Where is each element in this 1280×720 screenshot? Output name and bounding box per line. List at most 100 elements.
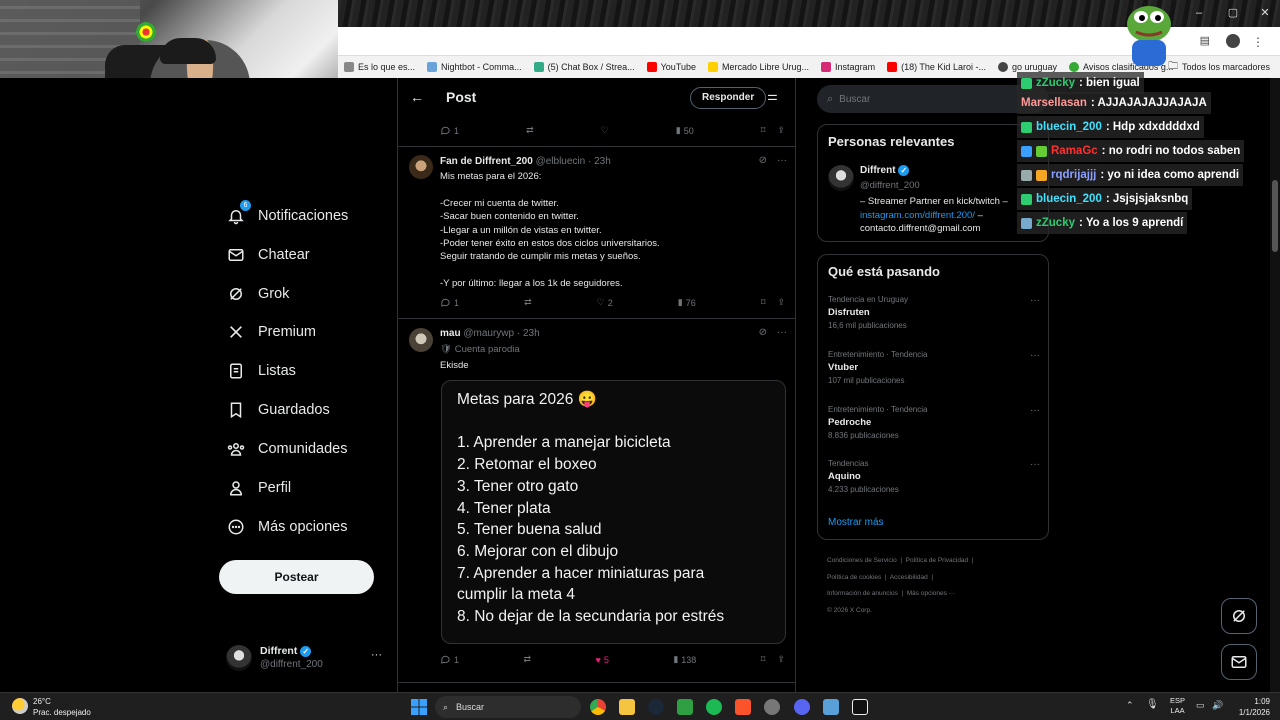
footer-link[interactable]: Condiciones de Servicio bbox=[827, 557, 897, 564]
nav-premium[interactable]: Premium bbox=[226, 317, 316, 347]
trend-item[interactable]: Entretenimiento · Tendencia Pedroche 8.836… bbox=[828, 405, 1040, 440]
bookmark-item[interactable]: Mercado Libre Urug... bbox=[702, 62, 815, 72]
views-action[interactable]: ▮ 138 bbox=[673, 654, 696, 665]
tweet-time[interactable]: · 23h bbox=[588, 156, 611, 167]
views-action[interactable]: ▮ 50 bbox=[676, 125, 694, 136]
repost-action[interactable]: ⇄ bbox=[524, 297, 532, 308]
scrollbar-thumb[interactable] bbox=[1272, 180, 1278, 252]
back-arrow-icon[interactable]: ← bbox=[410, 89, 424, 105]
nav-lists[interactable]: Listas bbox=[226, 356, 296, 386]
clock-time[interactable]: 1:09 bbox=[1230, 696, 1270, 707]
extensions-icon[interactable]: ▤ bbox=[1200, 34, 1210, 47]
bookmark-item[interactable]: Es lo que es... bbox=[338, 62, 421, 72]
account-switcher[interactable]: Diffrent ✓ @diffrent_200 ··· bbox=[226, 640, 386, 676]
obs-icon[interactable] bbox=[764, 699, 780, 715]
bookmark-action[interactable]: ⌑ bbox=[761, 125, 766, 136]
minimize-button[interactable]: – bbox=[1192, 6, 1206, 20]
tweet[interactable]: Fan de Diffrent_200 @elbluecin · 23h ⊘ ··… bbox=[398, 146, 795, 318]
footer-link[interactable]: Política de cookies bbox=[827, 574, 881, 581]
taskbar-search[interactable]: ⌕ Buscar bbox=[435, 696, 581, 718]
close-window-button[interactable]: ✕ bbox=[1258, 6, 1272, 20]
post-button[interactable]: Postear bbox=[219, 560, 374, 594]
share-action[interactable]: ⇪ bbox=[777, 125, 785, 136]
search-input[interactable]: ⌕ Buscar bbox=[817, 85, 1049, 113]
trend-item[interactable]: Tendencias Aquino 4.233 publicaciones ··· bbox=[828, 459, 1040, 494]
more-icon[interactable]: ··· bbox=[1030, 459, 1040, 470]
weather-icon[interactable] bbox=[12, 698, 28, 714]
chrome-icon[interactable] bbox=[590, 699, 606, 715]
maximize-button[interactable]: ▢ bbox=[1226, 6, 1240, 20]
more-icon[interactable]: ··· bbox=[777, 327, 787, 338]
x-app-icon[interactable] bbox=[852, 699, 868, 715]
reply-action[interactable]: 1 bbox=[440, 654, 459, 665]
reply-action[interactable]: 1 bbox=[440, 125, 459, 136]
bookmark-item[interactable]: (5) Chat Box / Strea... bbox=[528, 62, 641, 72]
more-icon[interactable]: ··· bbox=[1030, 405, 1040, 416]
steam-icon[interactable] bbox=[648, 699, 664, 715]
bio-link[interactable]: instagram.com/diffrent.200/ bbox=[860, 210, 975, 221]
tweet-author[interactable]: Fan de Diffrent_200 bbox=[440, 156, 533, 167]
brave-icon[interactable] bbox=[735, 699, 751, 715]
share-action[interactable]: ⇪ bbox=[777, 654, 785, 665]
views-action[interactable]: ▮ 76 bbox=[678, 297, 696, 308]
person-name[interactable]: Diffrent bbox=[860, 165, 896, 176]
nav-more[interactable]: Más opciones bbox=[226, 512, 347, 542]
grok-icon[interactable]: ⊘ bbox=[759, 327, 767, 338]
grok-icon[interactable]: ⊘ bbox=[759, 155, 767, 166]
windows-start-icon[interactable] bbox=[411, 699, 427, 715]
nav-profile[interactable]: Perfil bbox=[226, 473, 291, 503]
more-icon[interactable]: ··· bbox=[1030, 295, 1040, 306]
menu-dots-icon[interactable]: ⋮ bbox=[1252, 35, 1264, 49]
trend-item[interactable]: Tendencia en Uruguay Disfruten 16,6 mil pu… bbox=[828, 295, 1040, 330]
bookmark-item[interactable]: Instagram bbox=[815, 62, 881, 72]
nav-notifications[interactable]: 6 Notificaciones bbox=[226, 200, 348, 231]
footer-link[interactable]: Accesibilidad bbox=[890, 574, 928, 581]
nav-bookmarks[interactable]: Guardados bbox=[226, 395, 330, 425]
like-action[interactable]: ♡ bbox=[601, 125, 609, 136]
like-action[interactable]: ♡ 2 bbox=[597, 297, 613, 308]
profile-avatar[interactable] bbox=[1226, 34, 1240, 48]
reply-button[interactable]: Responder bbox=[690, 87, 767, 109]
language-code[interactable]: ESP bbox=[1170, 696, 1185, 706]
footer-link[interactable]: Información de anuncios bbox=[827, 590, 898, 597]
tweet-time[interactable]: · 23h bbox=[517, 328, 540, 339]
footer-link[interactable]: Más opciones ··· bbox=[907, 590, 955, 597]
file-explorer-icon[interactable] bbox=[619, 699, 635, 715]
page-scrollbar[interactable] bbox=[1270, 78, 1280, 692]
nav-communities[interactable]: Comunidades bbox=[226, 434, 347, 464]
avatar[interactable] bbox=[409, 155, 433, 179]
bookmark-item[interactable]: Nightbot - Comma... bbox=[421, 62, 528, 72]
person-handle[interactable]: @diffrent_200 bbox=[860, 180, 920, 191]
more-icon[interactable]: ··· bbox=[777, 155, 787, 166]
share-action[interactable]: ⇪ bbox=[777, 297, 785, 308]
trend-item[interactable]: Entretenimiento · Tendencia Vtuber 107 mil… bbox=[828, 350, 1040, 385]
avatar[interactable] bbox=[409, 328, 433, 352]
filter-icon[interactable]: ⚌ bbox=[767, 89, 778, 103]
tweet-handle[interactable]: @elbluecin bbox=[536, 156, 586, 167]
discord-icon[interactable] bbox=[794, 699, 810, 715]
bookmark-action[interactable]: ⌑ bbox=[761, 297, 766, 308]
show-more-link[interactable]: Mostrar más bbox=[828, 517, 884, 528]
repost-action[interactable]: ⇄ bbox=[523, 654, 531, 665]
account-more-icon[interactable]: ··· bbox=[371, 649, 382, 661]
tweet-handle[interactable]: @maurywp bbox=[463, 328, 514, 339]
reply-action[interactable]: 1 bbox=[440, 297, 459, 308]
clock-date[interactable]: 1/1/2026 bbox=[1230, 707, 1270, 718]
tweet-author[interactable]: mau bbox=[440, 328, 461, 339]
bookmark-item[interactable]: YouTube bbox=[641, 62, 702, 72]
bookmark-action[interactable]: ⌑ bbox=[761, 654, 766, 665]
spotify-icon[interactable] bbox=[706, 699, 722, 715]
bookmark-item[interactable]: go uruguay bbox=[992, 62, 1063, 72]
bookmark-item[interactable]: (18) The Kid Laroi -... bbox=[881, 62, 992, 72]
avatar[interactable] bbox=[828, 165, 854, 191]
language-layout[interactable]: LAA bbox=[1170, 706, 1185, 716]
volume-icon[interactable]: 🔊 bbox=[1212, 700, 1223, 711]
network-icon[interactable]: ▭ bbox=[1196, 700, 1205, 711]
more-icon[interactable]: ··· bbox=[1030, 350, 1040, 361]
grok-fab[interactable] bbox=[1221, 598, 1257, 634]
tweet-image[interactable]: Metas para 2026 😛 1. Aprender a manejar … bbox=[441, 380, 786, 644]
mic-icon[interactable]: 🎙 bbox=[1146, 699, 1159, 710]
nav-grok[interactable]: Grok bbox=[226, 279, 289, 309]
repost-action[interactable]: ⇄ bbox=[526, 125, 534, 136]
nav-chat[interactable]: Chatear bbox=[226, 240, 310, 270]
